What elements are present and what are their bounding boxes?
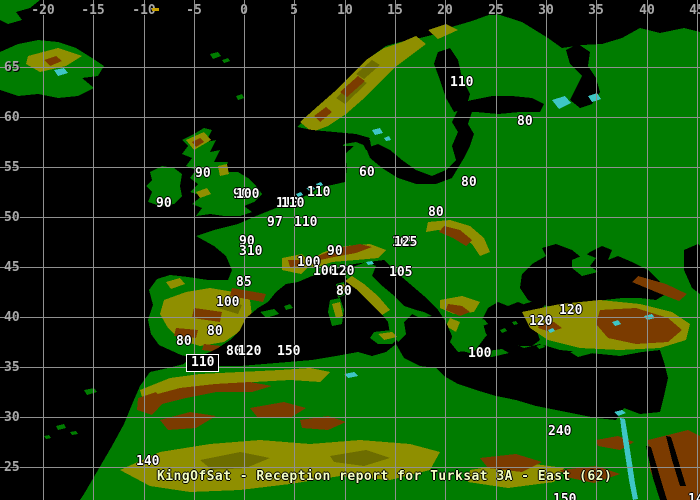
reception-value-label: 80 (207, 325, 223, 338)
reception-value-label: 80 (461, 176, 477, 189)
axis-tick-left: 65 (4, 61, 20, 74)
grid-line-vertical (496, 0, 497, 500)
grid-line-horizontal (0, 467, 700, 468)
reception-value-label: 140 (136, 455, 159, 468)
grid-line-vertical (395, 0, 396, 500)
axis-tick-top: 40 (639, 4, 655, 17)
axis-tick-top: 0 (240, 4, 248, 17)
axis-tick-left: 50 (4, 211, 20, 224)
reception-value-label: 110 (281, 197, 304, 210)
axis-tick-top: -15 (81, 4, 104, 17)
grid-line-vertical (294, 0, 295, 500)
grid-line-vertical (445, 0, 446, 500)
axis-tick-left: 45 (4, 261, 20, 274)
reception-value-label: 310 (239, 245, 262, 258)
reception-value-label: 120 (331, 265, 354, 278)
reception-map-screen: -20-15-10-505101520253035404565605550454… (0, 0, 700, 500)
reception-value-label: 125 (394, 236, 417, 249)
reception-value-label: 100 (236, 188, 259, 201)
axis-tick-top: 35 (588, 4, 604, 17)
reception-value-label: 120 (238, 345, 261, 358)
reception-value-label: 110 (294, 216, 317, 229)
axis-tick-left: 35 (4, 361, 20, 374)
reception-value-label: 80 (176, 335, 192, 348)
axis-tick-top: 45 (689, 4, 700, 17)
europe-relief-map (0, 0, 700, 500)
reception-value-label: 140 (688, 493, 700, 500)
axis-tick-left: 40 (4, 311, 20, 324)
axis-tick-left: 60 (4, 111, 20, 124)
axis-tick-top: 15 (387, 4, 403, 17)
grid-line-horizontal (0, 367, 700, 368)
grid-line-horizontal (0, 217, 700, 218)
grid-line-horizontal (0, 167, 700, 168)
map-caption: KingOfSat - Reception report for Turksat… (157, 469, 612, 484)
grid-line-vertical (43, 0, 44, 500)
reception-value-label: 150 (277, 345, 300, 358)
reception-value-label: 80 (336, 285, 352, 298)
grid-line-vertical (546, 0, 547, 500)
grid-line-vertical (144, 0, 145, 500)
axis-tick-top: 20 (437, 4, 453, 17)
reception-value-label: 110 (307, 186, 330, 199)
reception-value-label: 110 (450, 76, 473, 89)
reception-value-label: 90 (195, 167, 211, 180)
grid-line-horizontal (0, 117, 700, 118)
reception-value-label: 120 (529, 315, 552, 328)
grid-line-vertical (596, 0, 597, 500)
reception-value-label: 120 (559, 304, 582, 317)
reception-value-label: 240 (548, 425, 571, 438)
axis-tick-left: 55 (4, 161, 20, 174)
axis-tick-top: 30 (538, 4, 554, 17)
axis-tick-top: 5 (290, 4, 298, 17)
reception-value-label: 97 (267, 216, 283, 229)
axis-tick-top: -20 (31, 4, 54, 17)
reception-value-label: 60 (359, 166, 375, 179)
reception-value-label: 100 (216, 296, 239, 309)
axis-tick-left: 25 (4, 461, 20, 474)
reception-value-label: 100 (468, 347, 491, 360)
reception-value-label: 90 (156, 197, 172, 210)
reception-value-label: 90 (327, 245, 343, 258)
grid-line-horizontal (0, 317, 700, 318)
axis-tick-top: 25 (488, 4, 504, 17)
grid-line-horizontal (0, 417, 700, 418)
grid-line-vertical (93, 0, 94, 500)
reception-value-label-highlighted: 110 (186, 354, 219, 372)
reception-value-label: 80 (517, 115, 533, 128)
reception-value-label: 85 (236, 276, 252, 289)
axis-tick-left: 30 (4, 411, 20, 424)
grid-line-vertical (697, 0, 698, 500)
reception-value-label: 80 (428, 206, 444, 219)
axis-tick-top: -5 (186, 4, 202, 17)
reception-value-label: 105 (389, 266, 412, 279)
satellite-position-marker (152, 8, 159, 11)
grid-line-vertical (345, 0, 346, 500)
reception-value-label: 150 (553, 493, 576, 500)
grid-line-vertical (647, 0, 648, 500)
grid-line-horizontal (0, 67, 700, 68)
grid-line-vertical (194, 0, 195, 500)
axis-tick-top: 10 (337, 4, 353, 17)
